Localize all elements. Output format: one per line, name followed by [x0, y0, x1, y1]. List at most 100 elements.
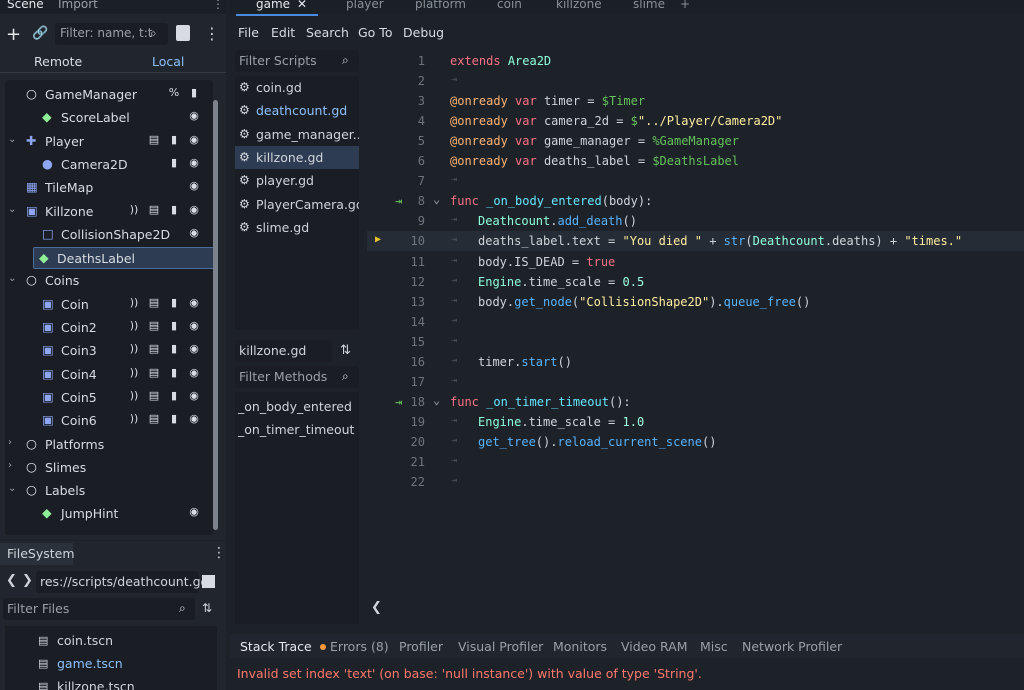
code-line[interactable]: 20 get_tree().reload_current_scene() ⇥ [367, 432, 1024, 452]
code-line[interactable]: 19 Engine.time_scale = 1.0 ⇥ [367, 412, 1024, 432]
clapper-icon[interactable]: ▤ [147, 203, 161, 217]
eye-icon[interactable]: ◉ [187, 226, 201, 240]
scene-tab[interactable]: coin [497, 0, 522, 11]
tab-import[interactable]: Import [58, 0, 98, 11]
debugger-tab[interactable]: Video RAM [621, 639, 688, 654]
filter-scripts-input[interactable]: Filter Scripts [235, 50, 359, 72]
clapper-icon[interactable]: ▤ [147, 319, 161, 333]
code-line[interactable]: 9 Deathcount.add_death() ⇥ [367, 211, 1024, 231]
code-line[interactable]: 22 ⇥ [367, 472, 1024, 492]
tree-node[interactable]: › ○ Platforms [5, 434, 205, 456]
new-tab-icon[interactable]: + [680, 0, 690, 11]
debugger-tab[interactable]: Errors (8) [330, 639, 389, 654]
tree-node[interactable]: □ CollisionShape2D ◉ [5, 224, 205, 246]
tree-node[interactable]: ● Camera2D ▮ ◉ [5, 154, 205, 176]
eye-icon[interactable]: ◉ [187, 412, 201, 426]
debugger-tab[interactable]: Monitors [553, 639, 607, 654]
scene-tab[interactable]: platform [415, 0, 466, 11]
fold-icon[interactable]: ⌄ [433, 192, 440, 206]
code-line[interactable]: 6 @onready var deaths_label = $DeathsLabe… [367, 151, 1024, 171]
script-item[interactable]: ⚙ game_manager.... [235, 123, 359, 146]
sort-icon[interactable]: ⇅ [202, 601, 212, 615]
tree-node[interactable]: ▦ TileMap ◉ [5, 177, 205, 199]
fs-filter-input[interactable]: Filter Files [3, 598, 195, 620]
menu-debug[interactable]: Debug [403, 25, 444, 40]
script-icon[interactable]: ▮ [167, 203, 181, 217]
fs-file-item[interactable]: coin.tscn [57, 633, 113, 648]
script-item[interactable]: ⚙ killzone.gd [235, 145, 359, 169]
code-line[interactable]: 11 body.IS_DEAD = true ⇥ [367, 252, 1024, 272]
script-icon[interactable]: ▮ [167, 296, 181, 310]
signal-connected-icon[interactable]: ⇥ [395, 194, 402, 208]
eye-icon[interactable]: ◉ [187, 109, 201, 123]
debugger-tab[interactable]: Network Profiler [742, 639, 842, 654]
code-line[interactable]: 2 ⇥ [367, 71, 1024, 91]
code-editor[interactable]: 1 extends Area2D 2 ⇥ 3 @onready var timer = $… [367, 47, 1024, 592]
fold-icon[interactable]: ⌄ [433, 393, 440, 407]
clapper-icon[interactable]: ▤ [147, 412, 161, 426]
script-icon[interactable]: ▮ [167, 342, 181, 356]
signal-icon[interactable]: )) [127, 389, 141, 403]
tree-node[interactable]: ◆ ScoreLabel ◉ [5, 107, 205, 129]
forward-icon[interactable]: ❯ [22, 573, 33, 588]
eye-icon[interactable]: ◉ [187, 366, 201, 380]
back-icon[interactable]: ❮ [6, 573, 17, 588]
script-item[interactable]: ⚙ deathcount.gd [235, 99, 359, 122]
chevron-down-icon[interactable]: ⌄ [8, 204, 16, 215]
fs-file-item[interactable]: game.tscn [57, 656, 123, 671]
code-line[interactable]: 5 @onready var game_manager = %GameManage… [367, 131, 1024, 151]
script-icon[interactable]: ▮ [167, 412, 181, 426]
tree-node[interactable]: ⌄ ▣ Killzone)) ▤ ▮ ◉ [5, 201, 205, 223]
script-icon[interactable]: ▮ [167, 366, 181, 380]
eye-icon[interactable]: ◉ [187, 203, 201, 217]
signal-icon[interactable]: )) [127, 296, 141, 310]
tree-node[interactable]: ⌄ ○ Labels [5, 480, 205, 502]
chevron-right-icon[interactable]: › [8, 460, 12, 471]
tab-scene[interactable]: Scene [7, 0, 44, 11]
code-line[interactable]: 3 @onready var timer = $Timer [367, 91, 1024, 111]
menu-search[interactable]: Search [306, 25, 349, 40]
chevron-right-icon[interactable]: › [8, 437, 12, 448]
chevron-down-icon[interactable]: ⌄ [8, 483, 16, 494]
code-line[interactable]: 14 ⇥ [367, 312, 1024, 332]
menu-file[interactable]: File [238, 25, 259, 40]
method-item[interactable]: _on_timer_timeout [238, 422, 354, 437]
debugger-tab[interactable]: Stack Trace [240, 639, 312, 654]
fs-menu-icon[interactable]: ⋮ [212, 545, 226, 561]
tree-node[interactable]: ⌄ ○ Coins [5, 270, 205, 292]
script-item[interactable]: ⚙ player.gd [235, 169, 359, 192]
signal-icon[interactable]: )) [127, 342, 141, 356]
scene-tab[interactable]: killzone [556, 0, 602, 11]
eye-icon[interactable]: ◉ [187, 296, 201, 310]
percent-icon[interactable]: % [167, 86, 181, 100]
eye-icon[interactable]: ◉ [187, 156, 201, 170]
signal-icon[interactable]: )) [127, 412, 141, 426]
signal-connected-icon[interactable]: ⇥ [395, 395, 402, 409]
add-node-icon[interactable]: + [6, 24, 21, 45]
tree-node[interactable]: ▣ Coin5)) ▤ ▮ ◉ [5, 387, 205, 409]
code-line[interactable]: 13 body.get_node("CollisionShape2D").queu… [367, 292, 1024, 312]
script-icon[interactable]: ▮ [167, 133, 181, 147]
scene-tab[interactable]: player [346, 0, 384, 11]
signal-icon[interactable]: )) [127, 366, 141, 380]
tree-node[interactable]: ▣ Coin2)) ▤ ▮ ◉ [5, 317, 205, 339]
menu-go-to[interactable]: Go To [358, 25, 392, 40]
link-icon[interactable]: 🔗 [32, 26, 48, 41]
tree-node[interactable]: ◆ JumpHint ◉ [5, 503, 205, 525]
script-icon[interactable]: ▮ [167, 156, 181, 170]
tree-node[interactable]: ◆DeathsLabel◉ [33, 247, 213, 270]
script-icon[interactable]: ▮ [167, 319, 181, 333]
code-line[interactable]: 7 ⇥ [367, 171, 1024, 191]
script-icon[interactable]: ▮ [187, 86, 201, 100]
tree-node[interactable]: ⌄ ✚ Player ▤ ▮ ◉ [5, 131, 205, 153]
code-line[interactable]: 10 deaths_label.text = "You died " + str(… [367, 231, 1024, 252]
filter-methods-input[interactable]: Filter Methods [235, 366, 359, 388]
script-item[interactable]: ⚙ slime.gd [235, 216, 359, 239]
signal-icon[interactable]: )) [127, 319, 141, 333]
fs-file-item[interactable]: killzone.tscn [57, 679, 135, 690]
scene-menu-icon[interactable]: ⋮ [204, 24, 220, 43]
script-item[interactable]: ⚙ PlayerCamera.gd [235, 193, 359, 216]
clapper-icon[interactable]: ▤ [147, 133, 161, 147]
code-line[interactable]: 1 extends Area2D [367, 51, 1024, 71]
attach-script-icon[interactable] [176, 25, 190, 41]
